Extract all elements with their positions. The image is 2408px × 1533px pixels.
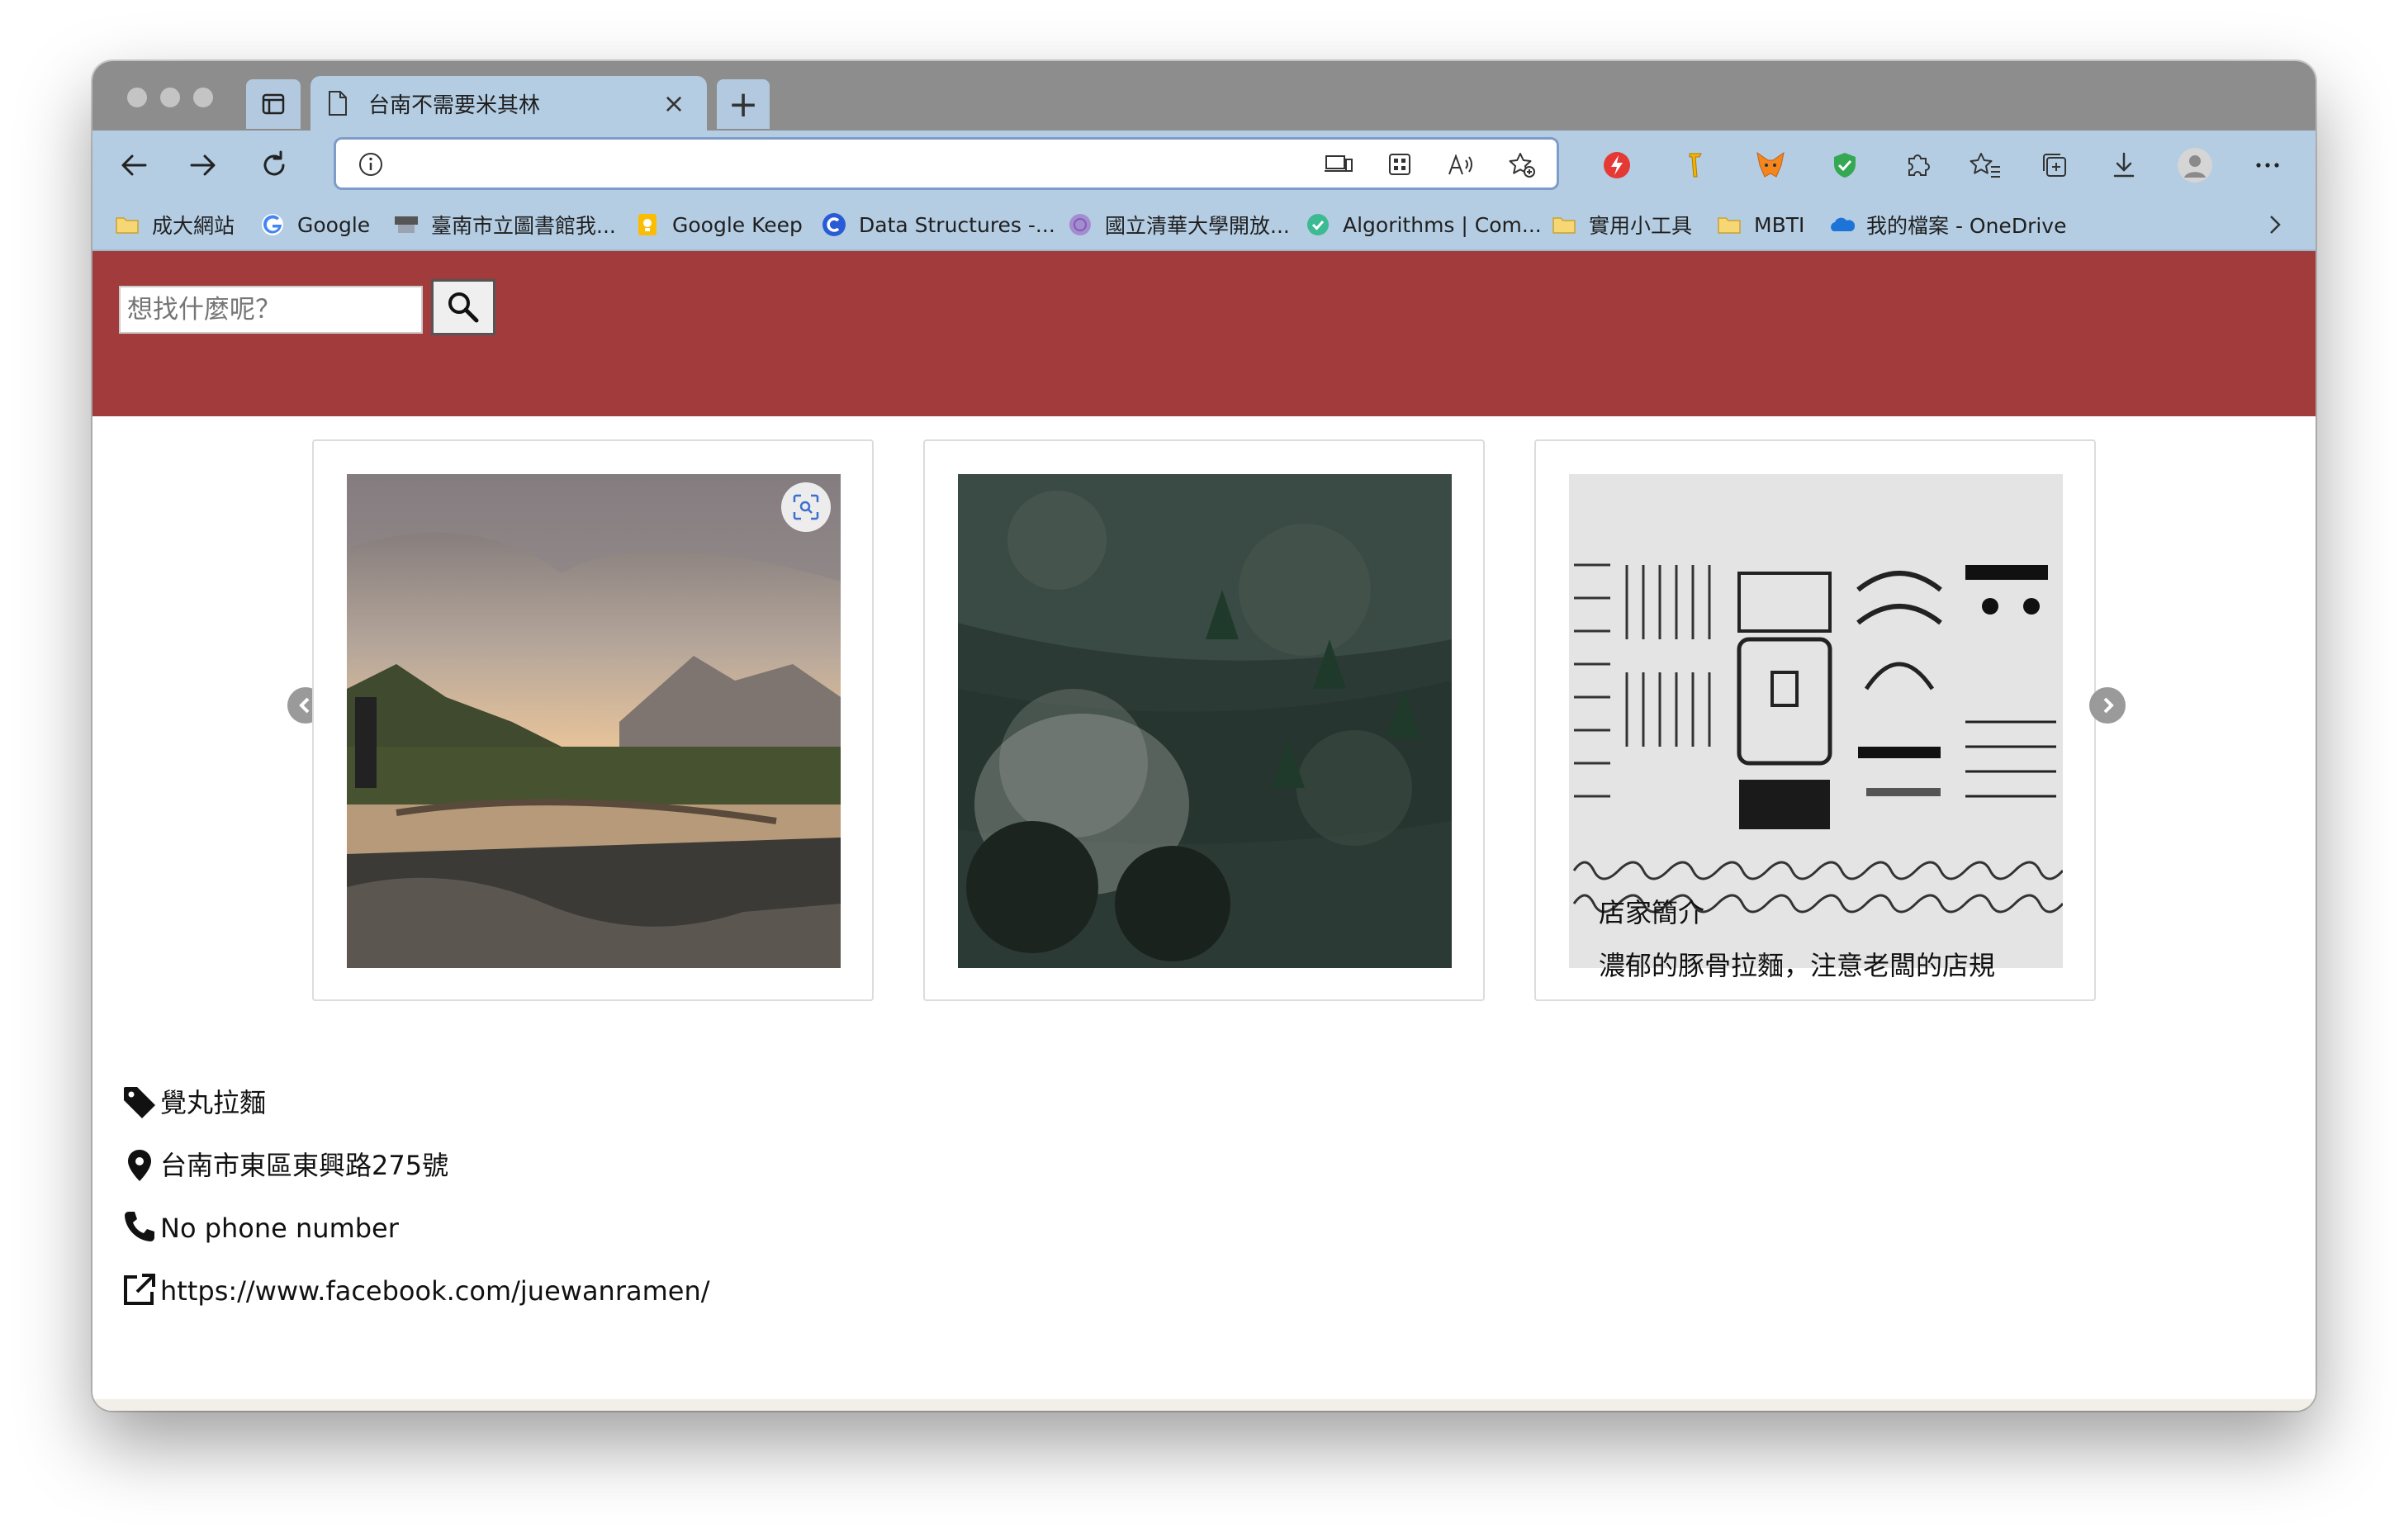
bookmark-item[interactable]: Google Keep xyxy=(634,208,803,241)
apps-icon[interactable] xyxy=(1375,145,1424,184)
page-icon xyxy=(329,91,347,116)
bookmarks-overflow-button[interactable] xyxy=(2258,208,2291,241)
bookmarks-bar: 成大網站 Google 臺南市立圖書館我... Google Keep Data… xyxy=(92,200,2316,251)
bookmark-item[interactable]: 成大網站 xyxy=(114,208,235,241)
gallery-image xyxy=(958,474,1452,968)
gallery-card[interactable] xyxy=(312,439,874,1001)
read-aloud-icon[interactable] xyxy=(1436,145,1486,184)
add-favorite-icon[interactable] xyxy=(1497,145,1547,184)
favorites-icon[interactable] xyxy=(1960,140,2010,190)
folder-icon xyxy=(1552,217,1576,234)
visual-search-icon xyxy=(793,494,819,520)
location-pin-icon xyxy=(128,1150,151,1181)
store-phone-row: No phone number xyxy=(122,1209,399,1244)
forward-arrow-icon xyxy=(190,154,216,176)
intro-title: 店家簡介 xyxy=(1599,897,1705,928)
tab-title: 台南不需要米其林 xyxy=(368,93,541,118)
store-address-row: 台南市東區東興路275號 xyxy=(122,1145,448,1183)
reload-icon xyxy=(263,150,285,176)
back-button[interactable] xyxy=(109,140,159,190)
bookmark-item[interactable]: Data Structures -... xyxy=(821,208,1055,241)
bookmark-item[interactable]: Google xyxy=(259,208,370,241)
carousel-next-button[interactable] xyxy=(2089,687,2126,724)
google-icon xyxy=(262,214,283,235)
metamask-fox-icon[interactable] xyxy=(1746,140,1795,190)
back-arrow-icon xyxy=(121,154,147,176)
bookmark-label: 成大網站 xyxy=(152,214,235,238)
bookmark-item[interactable]: MBTI xyxy=(1716,208,1804,241)
search-icon xyxy=(448,292,479,323)
site-info-icon[interactable] xyxy=(358,151,384,178)
store-name-row: 覺丸拉麵 xyxy=(122,1082,266,1120)
bookmark-item[interactable]: 實用小工具 xyxy=(1551,208,1692,241)
extension-pen-icon[interactable] xyxy=(1671,140,1721,190)
folder-icon xyxy=(1718,217,1741,234)
keep-icon xyxy=(638,214,657,235)
site-header xyxy=(92,251,2316,416)
extension-red-icon[interactable] xyxy=(1592,140,1642,190)
chevron-right-icon xyxy=(2270,216,2281,234)
library-icon xyxy=(395,216,418,233)
close-tab-icon[interactable]: × xyxy=(657,88,690,119)
profile-avatar-icon[interactable] xyxy=(2170,140,2220,190)
globe-icon xyxy=(1069,214,1091,235)
onedrive-icon xyxy=(1831,217,1855,231)
gallery-image xyxy=(347,474,841,968)
browser-window: 台南不需要米其林 × + 成大網站 Google 臺南市立圖書館我... Goo… xyxy=(92,61,2316,1411)
active-tab[interactable]: 台南不需要米其林 × xyxy=(310,76,707,131)
window-bottom-edge xyxy=(92,1399,2316,1411)
forward-button[interactable] xyxy=(178,140,228,190)
shield-check-icon[interactable] xyxy=(1820,140,1870,190)
search-button[interactable] xyxy=(431,279,495,335)
bookmark-label: 實用小工具 xyxy=(1589,214,1693,238)
gallery-card[interactable] xyxy=(923,439,1485,1001)
check-icon xyxy=(1307,214,1329,235)
chevron-right-icon xyxy=(2103,697,2114,714)
tag-icon xyxy=(124,1087,155,1118)
store-phone: No phone number xyxy=(160,1213,399,1244)
external-link-icon xyxy=(124,1274,155,1305)
store-link[interactable]: https://www.facebook.com/juewanramen/ xyxy=(160,1275,710,1307)
bookmark-label: 臺南市立圖書館我... xyxy=(431,214,616,238)
extensions-puzzle-icon[interactable] xyxy=(1893,140,1942,190)
visual-search-button[interactable] xyxy=(781,482,831,532)
bookmark-label: Data Structures -... xyxy=(859,212,1055,237)
bookmark-item[interactable]: 我的檔案 - OneDrive xyxy=(1828,208,2066,241)
address-bar[interactable] xyxy=(334,137,1559,190)
zoom-window-button[interactable] xyxy=(193,88,213,107)
c-icon xyxy=(822,213,846,236)
bookmark-label: MBTI xyxy=(1754,212,1805,237)
device-icon[interactable] xyxy=(1314,145,1363,184)
downloads-icon[interactable] xyxy=(2099,140,2149,190)
bookmark-label: 我的檔案 - OneDrive xyxy=(1866,214,2067,238)
reload-button[interactable] xyxy=(249,140,299,190)
bookmark-label: Google xyxy=(297,212,371,237)
minimize-window-button[interactable] xyxy=(160,88,180,107)
folder-icon xyxy=(116,217,139,234)
tab-strip: 台南不需要米其林 × + xyxy=(92,61,2316,131)
bookmark-item[interactable]: 國立清華大學開放... xyxy=(1067,208,1290,241)
close-window-button[interactable] xyxy=(127,88,147,107)
store-link-row[interactable]: https://www.facebook.com/juewanramen/ xyxy=(122,1272,710,1307)
bookmark-item[interactable]: Algorithms | Com... xyxy=(1305,208,1542,241)
new-tab-button[interactable]: + xyxy=(717,79,770,129)
store-address: 台南市東區東興路275號 xyxy=(160,1150,449,1181)
bookmark-label: Google Keep xyxy=(672,212,803,237)
bookmark-label: Algorithms | Com... xyxy=(1343,212,1542,237)
bookmark-item[interactable]: 臺南市立圖書館我... xyxy=(393,208,616,241)
phone-icon xyxy=(125,1212,154,1241)
store-name: 覺丸拉麵 xyxy=(160,1087,267,1118)
browser-toolbar xyxy=(92,131,2316,200)
page-content: 覺丸拉麵 台南市東區東興路275號 No phone number https:… xyxy=(92,251,2316,1411)
tab-actions-button[interactable] xyxy=(246,79,301,129)
bookmark-label: 國立清華大學開放... xyxy=(1105,214,1290,238)
intro-text: 濃郁的豚骨拉麵，注意老闆的店規 xyxy=(1599,950,1996,981)
collections-icon[interactable] xyxy=(2030,140,2079,190)
search-input[interactable] xyxy=(119,286,423,334)
tab-actions-icon xyxy=(262,93,285,115)
more-menu-icon[interactable] xyxy=(2243,140,2292,190)
